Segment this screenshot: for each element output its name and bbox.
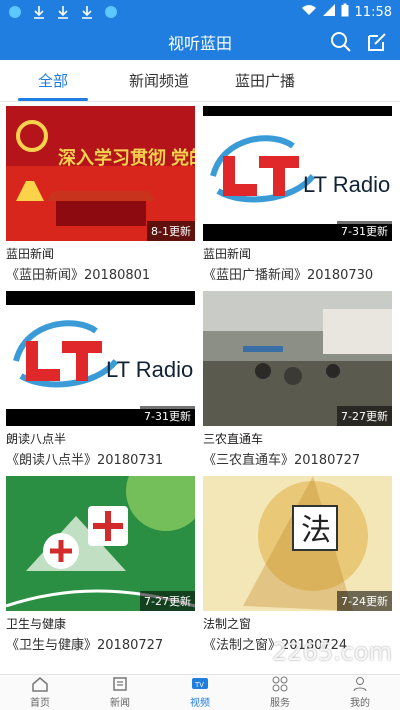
video-thumbnail[interactable]: 法 7-24更新 — [203, 476, 392, 611]
app-header: 视听蓝田 — [0, 24, 400, 60]
nav-service[interactable]: 服务 — [240, 675, 320, 710]
video-card[interactable]: 7-27更新 卫生与健康 《卫生与健康》20180727 — [6, 476, 195, 653]
video-card[interactable]: 深入学习贯彻 党的十九大精神 8-1更新 蓝田新闻 《蓝田新闻》20180801 — [6, 106, 195, 283]
program-name: 蓝田新闻 — [203, 247, 252, 261]
update-badge: 7-27更新 — [140, 591, 195, 611]
tab-news-channel[interactable]: 新闻频道 — [106, 60, 212, 101]
video-card[interactable]: 法 7-24更新 法制之窗 《法制之窗》20180724 — [203, 476, 392, 653]
episode-title: 《三农直通车》20180727 — [203, 453, 361, 468]
tv-icon: TV — [191, 676, 209, 692]
clock: 11:58 — [354, 4, 392, 20]
update-badge: 7-31更新 — [337, 221, 392, 241]
video-thumbnail[interactable]: LT Radio 7-31更新 — [6, 291, 195, 426]
video-card[interactable]: LT Radio 7-31更新 蓝田新闻 《蓝田广播新闻》20180730 — [203, 106, 392, 283]
nav-home[interactable]: 首页 — [0, 675, 80, 710]
program-name: 三农直通车 — [203, 432, 264, 446]
tab-all[interactable]: 全部 — [0, 60, 106, 101]
profile-icon — [351, 676, 369, 692]
grid-icon — [271, 676, 289, 692]
signal-icon — [322, 4, 335, 20]
program-name: 蓝田新闻 — [6, 247, 55, 261]
episode-title: 《蓝田新闻》20180801 — [6, 268, 151, 283]
status-bar: 11:58 — [0, 0, 400, 24]
search-icon[interactable] — [330, 31, 352, 53]
download-icon — [56, 5, 70, 19]
news-icon — [111, 676, 129, 692]
edit-icon[interactable] — [366, 31, 388, 53]
thumb-caption: LT Radio — [303, 172, 390, 197]
update-badge: 7-31更新 — [140, 406, 195, 426]
app-notification-icon — [8, 5, 22, 19]
wifi-icon — [301, 4, 317, 20]
video-thumbnail[interactable]: 7-27更新 — [203, 291, 392, 426]
bottom-navigation: 首页 新闻 TV 视频 服务 我的 — [0, 674, 400, 710]
tab-lantian-radio[interactable]: 蓝田广播 — [212, 60, 318, 101]
program-name: 法制之窗 — [203, 617, 252, 631]
category-tabs: 全部 新闻频道 蓝田广播 — [0, 60, 400, 102]
episode-title: 《卫生与健康》20180727 — [6, 638, 164, 653]
download-icon — [32, 5, 46, 19]
video-card[interactable]: 7-27更新 三农直通车 《三农直通车》20180727 — [203, 291, 392, 468]
update-badge: 7-27更新 — [337, 406, 392, 426]
thumb-caption: 深入学习贯彻 党的十九大精神 — [58, 147, 195, 168]
episode-title: 《蓝田广播新闻》20180730 — [203, 268, 374, 283]
home-icon — [31, 676, 49, 692]
video-card[interactable]: LT Radio 7-31更新 朗读八点半 《朗读八点半》20180731 — [6, 291, 195, 468]
program-name: 朗读八点半 — [6, 432, 67, 446]
page-title: 视听蓝田 — [167, 34, 232, 53]
thumb-caption: 法 — [301, 514, 331, 547]
nav-profile[interactable]: 我的 — [320, 675, 400, 710]
video-thumbnail[interactable]: 7-27更新 — [6, 476, 195, 611]
download-icon — [80, 5, 94, 19]
nav-news[interactable]: 新闻 — [80, 675, 160, 710]
update-badge: 8-1更新 — [147, 221, 195, 241]
watermark: 2265.com — [272, 638, 392, 666]
video-grid: 深入学习贯彻 党的十九大精神 8-1更新 蓝田新闻 《蓝田新闻》20180801 — [0, 106, 400, 674]
app-notification-icon — [104, 5, 118, 19]
svg-text:TV: TV — [195, 682, 204, 689]
video-thumbnail[interactable]: LT Radio 7-31更新 — [203, 106, 392, 241]
update-badge: 7-24更新 — [337, 591, 392, 611]
program-name: 卫生与健康 — [6, 617, 67, 631]
nav-video[interactable]: TV 视频 — [160, 675, 240, 710]
episode-title: 《朗读八点半》20180731 — [6, 453, 164, 468]
video-thumbnail[interactable]: 深入学习贯彻 党的十九大精神 8-1更新 — [6, 106, 195, 241]
thumb-caption: LT Radio — [106, 357, 193, 382]
battery-icon — [341, 3, 349, 21]
